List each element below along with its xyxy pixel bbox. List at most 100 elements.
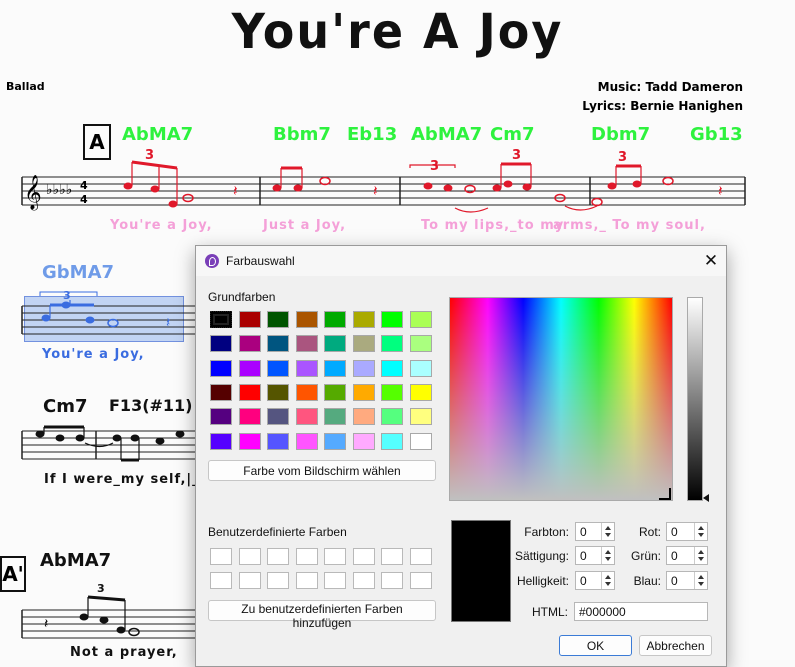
custom-color-swatch[interactable] <box>381 572 403 589</box>
triplet-markers: 3 3 3 3 <box>145 148 627 174</box>
html-color-input[interactable]: #000000 <box>574 602 708 621</box>
color-spectrum[interactable] <box>449 297 673 501</box>
basic-color-swatch[interactable] <box>238 383 261 401</box>
custom-color-swatch[interactable] <box>409 548 432 565</box>
basic-color-swatch[interactable] <box>267 335 289 353</box>
value-spinbox[interactable]: 0 <box>575 571 615 590</box>
saturation-spinbox[interactable]: 0 <box>575 546 615 565</box>
basic-color-swatch[interactable] <box>352 383 375 401</box>
html-label: HTML: <box>532 605 568 619</box>
custom-color-swatch[interactable] <box>352 572 375 589</box>
custom-color-swatch[interactable] <box>409 572 432 589</box>
saturation-label: Sättigung: <box>514 549 569 563</box>
ok-button[interactable]: OK <box>559 635 632 656</box>
basic-color-swatch[interactable] <box>210 383 232 401</box>
basic-color-swatch[interactable] <box>210 359 232 377</box>
custom-color-swatch[interactable] <box>238 572 261 589</box>
tuplet-number: 3 <box>512 148 521 163</box>
basic-color-swatch[interactable] <box>381 408 403 426</box>
basic-color-swatch[interactable] <box>409 432 432 450</box>
close-icon[interactable]: ✕ <box>696 246 726 276</box>
basic-color-swatch[interactable] <box>210 432 232 450</box>
basic-color-swatch[interactable] <box>381 311 403 328</box>
custom-color-swatch[interactable] <box>295 548 318 565</box>
basic-color-swatch[interactable] <box>381 383 403 401</box>
notes-row2-selected: 3 𝄽 <box>39 289 170 331</box>
basic-color-swatch[interactable] <box>267 311 289 328</box>
custom-color-swatch[interactable] <box>210 548 232 565</box>
basic-color-swatch[interactable] <box>324 359 346 377</box>
basic-color-swatch[interactable] <box>352 359 375 377</box>
tuplet-number: 3 <box>63 289 71 302</box>
custom-color-swatch[interactable] <box>267 548 289 565</box>
basic-color-swatch[interactable] <box>210 311 232 328</box>
tuplet-number: 3 <box>145 148 154 163</box>
basic-color-swatch[interactable] <box>210 408 232 426</box>
basic-color-swatch[interactable] <box>352 432 375 450</box>
green-spinbox[interactable]: 0 <box>666 546 708 565</box>
red-spinbox[interactable]: 0 <box>666 522 708 541</box>
basic-color-swatch[interactable] <box>352 311 375 328</box>
basic-color-swatch[interactable] <box>324 335 346 353</box>
basic-color-swatch[interactable] <box>409 383 432 401</box>
basic-color-swatch[interactable] <box>324 383 346 401</box>
custom-color-swatch[interactable] <box>352 548 375 565</box>
basic-color-swatch[interactable] <box>324 432 346 450</box>
basic-color-swatch[interactable] <box>295 335 318 353</box>
cancel-button[interactable]: Abbrechen <box>639 635 712 656</box>
custom-color-swatch[interactable] <box>381 548 403 565</box>
hue-label: Farbton: <box>524 525 569 539</box>
notes-row3 <box>35 425 185 462</box>
basic-color-swatch[interactable] <box>238 359 261 377</box>
basic-color-swatch[interactable] <box>238 311 261 328</box>
blue-spinbox[interactable]: 0 <box>666 571 708 590</box>
basic-color-swatch[interactable] <box>295 432 318 450</box>
pick-screen-color-button[interactable]: Farbe vom Bildschirm wählen <box>208 460 436 481</box>
basic-color-swatch[interactable] <box>238 408 261 426</box>
basic-color-swatch[interactable] <box>409 359 432 377</box>
hue-spinbox[interactable]: 0 <box>575 522 615 541</box>
custom-color-swatch[interactable] <box>324 572 346 589</box>
basic-color-swatch[interactable] <box>295 359 318 377</box>
add-custom-color-button[interactable]: Zu benutzerdefinierten Farben hinzufügen <box>208 600 436 630</box>
luminance-slider[interactable] <box>687 297 703 501</box>
basic-color-swatch[interactable] <box>381 335 403 353</box>
time-signature-top: 4 <box>80 179 88 192</box>
notes-row4: 𝄽 3 <box>44 582 140 637</box>
basic-color-swatch[interactable] <box>267 383 289 401</box>
basic-color-swatch[interactable] <box>295 408 318 426</box>
basic-colors-label: Grundfarben <box>208 290 276 304</box>
custom-color-swatch[interactable] <box>210 572 232 589</box>
basic-color-swatch[interactable] <box>324 311 346 328</box>
custom-color-swatch[interactable] <box>238 548 261 565</box>
treble-clef-icon: 𝄞 <box>24 175 42 211</box>
basic-color-swatch[interactable] <box>238 335 261 353</box>
basic-color-swatch[interactable] <box>210 335 232 353</box>
basic-color-swatch[interactable] <box>381 359 403 377</box>
tuplet-number: 3 <box>618 150 627 165</box>
blue-label: Blau: <box>633 574 661 588</box>
basic-color-swatch[interactable] <box>295 383 318 401</box>
green-label: Grün: <box>630 549 661 563</box>
basic-color-swatch[interactable] <box>352 335 375 353</box>
basic-color-swatch[interactable] <box>409 335 432 353</box>
basic-color-swatch[interactable] <box>381 432 403 450</box>
basic-color-swatch[interactable] <box>267 432 289 450</box>
tuplet-number: 3 <box>430 159 439 174</box>
basic-color-swatch[interactable] <box>267 359 289 377</box>
dialog-titlebar[interactable]: Farbauswahl ✕ <box>196 246 726 276</box>
basic-color-swatch[interactable] <box>295 311 318 328</box>
basic-color-swatch[interactable] <box>352 408 375 426</box>
red-label: Rot: <box>638 525 661 539</box>
basic-color-swatch[interactable] <box>267 408 289 426</box>
luminance-arrow-icon[interactable] <box>703 494 709 502</box>
svg-text:𝄽: 𝄽 <box>166 315 170 331</box>
basic-color-swatch[interactable] <box>324 408 346 426</box>
basic-color-swatch[interactable] <box>409 408 432 426</box>
custom-color-swatch[interactable] <box>324 548 346 565</box>
custom-color-swatch[interactable] <box>295 572 318 589</box>
time-signature-bottom: 4 <box>80 193 88 206</box>
basic-color-swatch[interactable] <box>238 432 261 450</box>
basic-color-swatch[interactable] <box>409 311 432 328</box>
custom-color-swatch[interactable] <box>267 572 289 589</box>
